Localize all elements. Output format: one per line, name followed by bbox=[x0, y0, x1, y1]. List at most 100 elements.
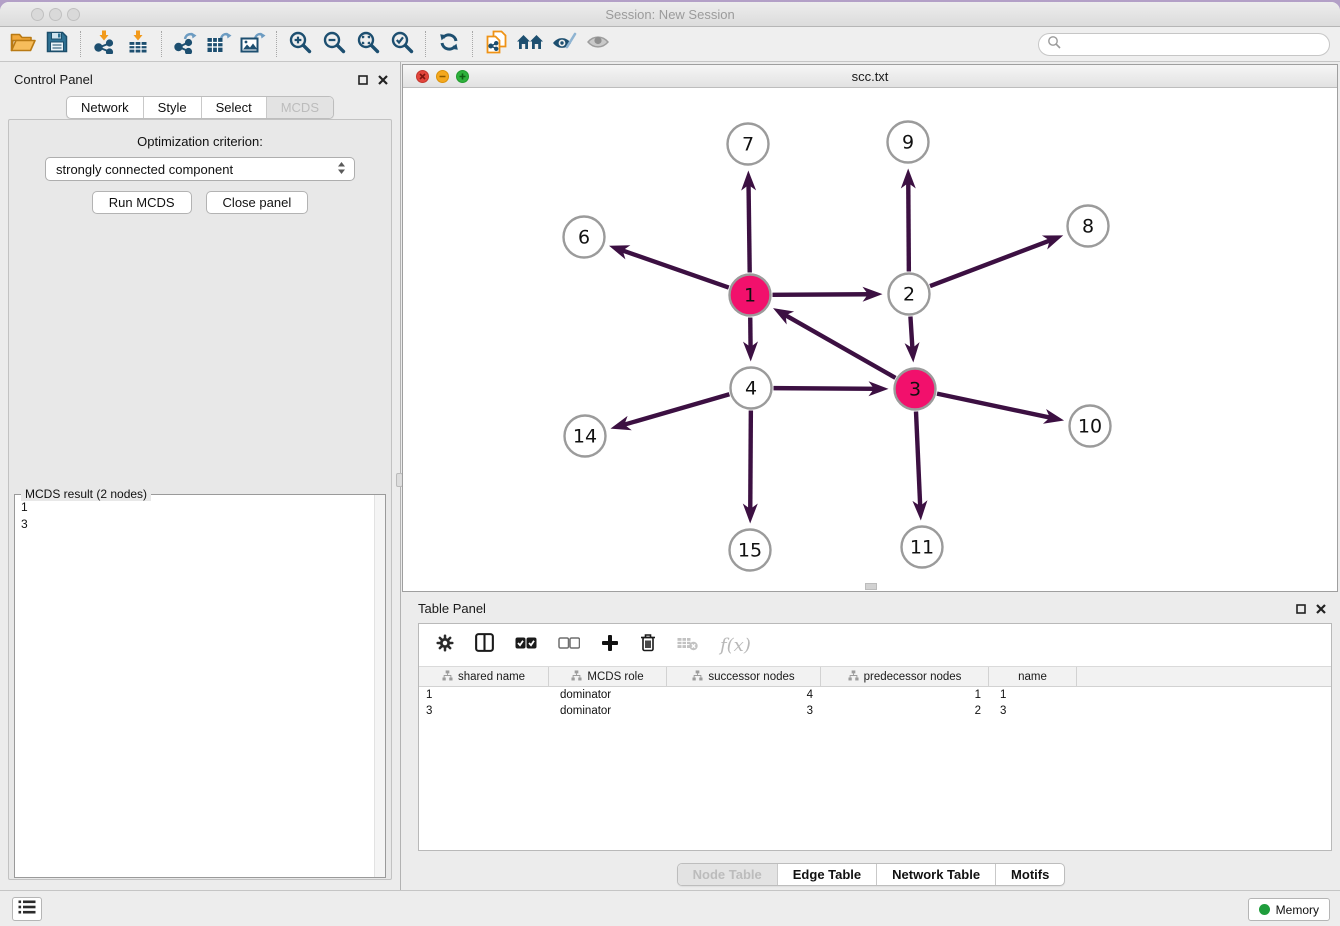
edge-3-11[interactable] bbox=[916, 411, 920, 508]
table-settings-button[interactable] bbox=[436, 634, 454, 657]
edge-4-15[interactable] bbox=[750, 410, 751, 511]
export-image-button[interactable] bbox=[236, 29, 270, 59]
show-columns-button[interactable] bbox=[475, 633, 494, 657]
graph-node-6[interactable]: 6 bbox=[564, 217, 605, 258]
delete-column-button[interactable] bbox=[640, 633, 656, 657]
cell-name[interactable]: 1 bbox=[989, 689, 1077, 701]
cell-mcds-role[interactable]: dominator bbox=[549, 705, 667, 717]
select-all-button[interactable] bbox=[515, 636, 537, 654]
column-header-name[interactable]: name bbox=[989, 667, 1077, 686]
zoom-window-icon[interactable] bbox=[67, 8, 80, 21]
import-table-button[interactable] bbox=[121, 29, 155, 59]
node-label-10: 10 bbox=[1078, 416, 1102, 438]
close-network-icon[interactable] bbox=[416, 70, 429, 83]
graph-node-7[interactable]: 7 bbox=[728, 124, 769, 165]
graph-node-10[interactable]: 10 bbox=[1070, 406, 1111, 447]
show-all-button[interactable] bbox=[581, 29, 615, 59]
task-history-button[interactable] bbox=[12, 897, 42, 921]
first-neighbors-button[interactable] bbox=[513, 29, 547, 59]
graph-node-14[interactable]: 14 bbox=[565, 416, 606, 457]
graph-node-9[interactable]: 9 bbox=[888, 122, 929, 163]
graph-node-8[interactable]: 8 bbox=[1068, 206, 1109, 247]
tab-edge-table[interactable]: Edge Table bbox=[778, 864, 877, 885]
cell-predecessor-nodes[interactable]: 1 bbox=[821, 689, 989, 701]
close-window-icon[interactable] bbox=[31, 8, 44, 21]
copy-style-button[interactable] bbox=[479, 29, 513, 59]
graph-svg[interactable]: 7 9 6 8 1 2 4 3 14 10 15 11 bbox=[403, 88, 1337, 591]
maximize-network-icon[interactable] bbox=[456, 70, 469, 83]
search-box[interactable] bbox=[1038, 33, 1330, 56]
close-table-panel-icon[interactable] bbox=[1316, 601, 1326, 619]
cell-name[interactable]: 3 bbox=[989, 705, 1077, 717]
export-table-button[interactable] bbox=[202, 29, 236, 59]
add-column-button[interactable] bbox=[601, 634, 619, 657]
column-header-predecessor-nodes[interactable]: predecessor nodes bbox=[821, 667, 989, 686]
deselect-all-button[interactable] bbox=[558, 636, 580, 654]
cell-mcds-role[interactable]: dominator bbox=[549, 689, 667, 701]
export-network-button[interactable] bbox=[168, 29, 202, 59]
close-panel-icon[interactable] bbox=[378, 72, 388, 90]
column-header-shared-name[interactable]: shared name bbox=[419, 667, 549, 686]
cell-shared-name[interactable]: 1 bbox=[419, 689, 549, 701]
result-scrollbar[interactable] bbox=[374, 495, 385, 877]
edge-1-6[interactable] bbox=[620, 250, 728, 288]
cell-successor-nodes[interactable]: 4 bbox=[667, 689, 821, 701]
network-resize-grip[interactable] bbox=[865, 583, 877, 590]
minimize-window-icon[interactable] bbox=[49, 8, 62, 21]
edge-2-8[interactable] bbox=[930, 240, 1052, 286]
node-label-2: 2 bbox=[903, 284, 915, 306]
cell-successor-nodes[interactable]: 3 bbox=[667, 705, 821, 717]
edge-4-3[interactable] bbox=[773, 388, 876, 389]
app-window: Session: New Session Control Panel bbox=[0, 2, 1340, 926]
edge-2-3[interactable] bbox=[910, 316, 912, 350]
edge-1-7[interactable] bbox=[749, 182, 750, 272]
cell-predecessor-nodes[interactable]: 2 bbox=[821, 705, 989, 717]
tab-network[interactable]: Network bbox=[67, 97, 144, 118]
run-mcds-button[interactable]: Run MCDS bbox=[92, 191, 192, 214]
tab-node-table[interactable]: Node Table bbox=[678, 864, 778, 885]
optimization-criterion-select[interactable]: strongly connected component bbox=[45, 157, 355, 181]
edge-4-14[interactable] bbox=[622, 394, 729, 425]
memory-button[interactable]: Memory bbox=[1248, 898, 1330, 921]
column-header-successor-nodes[interactable]: successor nodes bbox=[667, 667, 821, 686]
open-session-button[interactable] bbox=[6, 29, 40, 59]
edge-2-9[interactable] bbox=[908, 180, 909, 271]
tab-network-table[interactable]: Network Table bbox=[877, 864, 996, 885]
column-header-mcds-role[interactable]: MCDS role bbox=[549, 667, 667, 686]
float-panel-icon[interactable] bbox=[358, 72, 368, 90]
network-window-titlebar[interactable]: scc.txt bbox=[403, 65, 1337, 88]
network-canvas[interactable]: 7 9 6 8 1 2 4 3 14 10 15 11 bbox=[403, 88, 1337, 591]
mcds-result-text[interactable]: 1 3 bbox=[15, 495, 385, 537]
search-input[interactable] bbox=[1066, 34, 1329, 55]
close-panel-button[interactable]: Close panel bbox=[206, 191, 309, 214]
table-row[interactable]: 1 dominator 4 1 1 bbox=[419, 687, 1331, 703]
tab-mcds[interactable]: MCDS bbox=[267, 97, 333, 118]
zoom-selected-button[interactable] bbox=[385, 29, 419, 59]
zoom-fit-button[interactable] bbox=[351, 29, 385, 59]
minimize-network-icon[interactable] bbox=[436, 70, 449, 83]
edge-3-10[interactable] bbox=[937, 394, 1052, 418]
graph-node-15[interactable]: 15 bbox=[730, 530, 771, 571]
cell-shared-name[interactable]: 3 bbox=[419, 705, 549, 717]
delete-table-button[interactable] bbox=[677, 635, 699, 656]
tab-motifs[interactable]: Motifs bbox=[996, 864, 1064, 885]
table-row[interactable]: 3 dominator 3 2 3 bbox=[419, 703, 1331, 719]
edge-1-2[interactable] bbox=[772, 294, 870, 295]
graph-node-4[interactable]: 4 bbox=[731, 368, 772, 409]
zoom-in-button[interactable] bbox=[283, 29, 317, 59]
tab-select[interactable]: Select bbox=[202, 97, 267, 118]
save-session-button[interactable] bbox=[40, 29, 74, 59]
function-builder-button[interactable]: f(x) bbox=[720, 635, 751, 656]
graph-node-1[interactable]: 1 bbox=[730, 275, 771, 316]
hide-selected-button[interactable] bbox=[547, 29, 581, 59]
memory-status-icon bbox=[1259, 904, 1270, 915]
import-network-button[interactable] bbox=[87, 29, 121, 59]
tab-style[interactable]: Style bbox=[144, 97, 202, 118]
edge-3-1[interactable] bbox=[783, 314, 895, 378]
graph-node-11[interactable]: 11 bbox=[902, 527, 943, 568]
refresh-button[interactable] bbox=[432, 29, 466, 59]
graph-node-2[interactable]: 2 bbox=[889, 274, 930, 315]
zoom-out-button[interactable] bbox=[317, 29, 351, 59]
float-table-panel-icon[interactable] bbox=[1296, 601, 1306, 619]
graph-node-3[interactable]: 3 bbox=[895, 369, 936, 410]
